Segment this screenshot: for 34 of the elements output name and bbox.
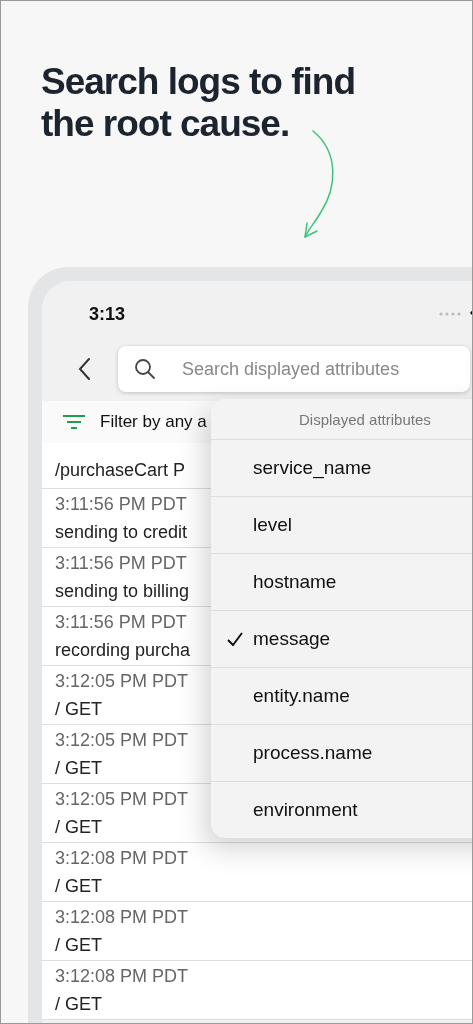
log-message: sending to credit (55, 521, 188, 544)
menu-title: Displayed attributes (211, 399, 472, 440)
status-time: 3:13 (89, 303, 126, 325)
log-timestamp: 3:12:08 PM PDT (55, 906, 189, 929)
menu-item[interactable]: hostname (211, 554, 472, 611)
log-message: / GET (55, 757, 102, 780)
back-icon[interactable] (78, 357, 92, 381)
log-message: sending to billing (55, 580, 190, 603)
log-timestamp: 3:11:56 PM PDT (55, 611, 187, 634)
menu-item[interactable]: service_name (211, 440, 472, 497)
log-message: / GET (55, 993, 102, 1016)
log-message: recording purcha (55, 639, 191, 662)
log-message: / GET (55, 698, 102, 721)
menu-item[interactable]: level (211, 497, 472, 554)
log-timestamp: 3:12:05 PM PDT (55, 729, 189, 752)
log-message: / GET (55, 875, 102, 898)
log-message: / GET (55, 816, 102, 839)
filter-label[interactable]: Filter by any a (100, 412, 207, 432)
signal-icon (438, 311, 462, 317)
log-timestamp: 3:11:56 PM PDT (55, 493, 187, 516)
filter-icon[interactable] (62, 414, 86, 430)
log-message: /purchaseCart P (55, 459, 186, 482)
log-timestamp: 3:12:05 PM PDT (55, 670, 189, 693)
headline: Search logs to find the root cause. (41, 61, 357, 145)
log-message: / GET (55, 934, 102, 957)
log-timestamp: 3:12:05 PM PDT (55, 788, 189, 811)
search-field[interactable]: Search displayed attributes (118, 346, 470, 392)
menu-item[interactable]: message (211, 611, 472, 668)
log-timestamp: 3:12:08 PM PDT (55, 965, 189, 988)
log-timestamp: 3:12:08 PM PDT (55, 847, 189, 870)
log-timestamp: 3:11:56 PM PDT (55, 552, 187, 575)
menu-item[interactable]: process.name (211, 725, 472, 782)
menu-item[interactable]: entity.name (211, 668, 472, 725)
menu-item[interactable]: environment (211, 782, 472, 838)
